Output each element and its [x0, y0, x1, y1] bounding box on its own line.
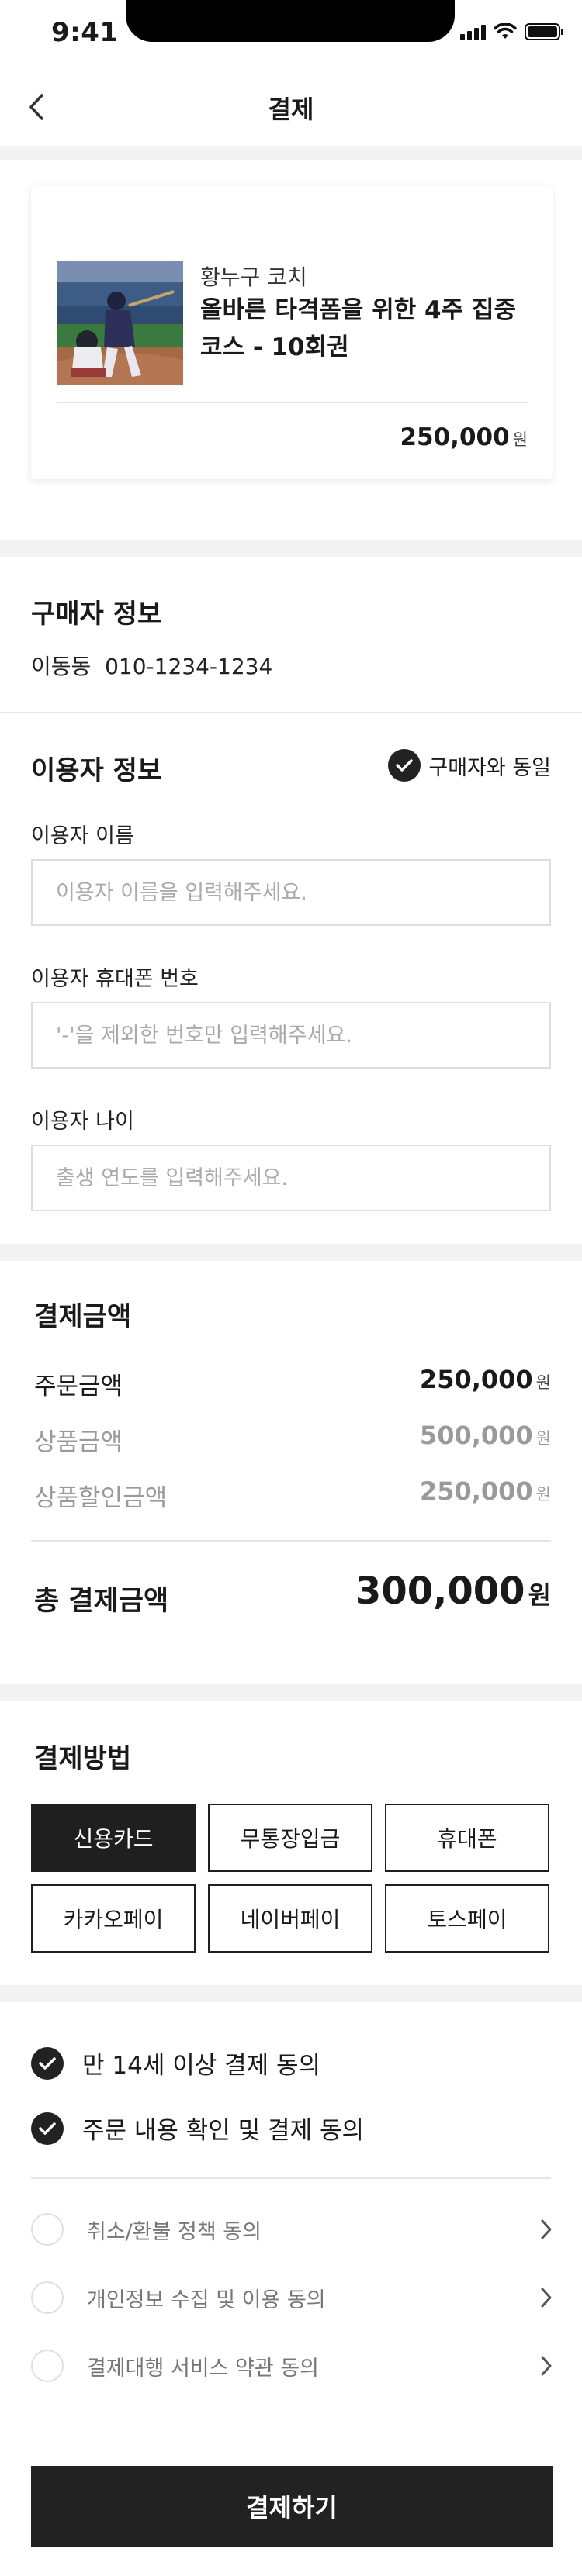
- currency-unit: 원: [535, 1429, 551, 1448]
- buyer-info: 이동동 010-1234-1234: [31, 650, 272, 681]
- currency-unit: 원: [528, 1580, 551, 1610]
- payment-option-tosspay[interactable]: 토스페이: [385, 1884, 549, 1953]
- currency-unit: 원: [535, 1485, 551, 1504]
- section-divider: [0, 712, 582, 713]
- device-notch: [126, 0, 455, 42]
- agree-refund-item[interactable]: 취소/환불 정책 동의: [31, 2213, 553, 2246]
- payment-option-mobile[interactable]: 휴대폰: [385, 1804, 549, 1872]
- user-phone-label: 이용자 휴대폰 번호: [31, 967, 199, 991]
- discount-amount-value: 250,000 원: [420, 1476, 551, 1506]
- same-as-buyer-checkbox[interactable]: 구매자와 동일: [388, 749, 551, 782]
- agree-order-label: 주문 내용 확인 및 결제 동의: [82, 2117, 364, 2145]
- user-info-heading: 이용자 정보: [31, 755, 162, 786]
- chevron-right-icon: [541, 2219, 552, 2239]
- section-divider: [0, 1684, 582, 1701]
- agree-order-checkbox[interactable]: 주문 내용 확인 및 결제 동의: [31, 2111, 364, 2146]
- payment-option-bank-transfer[interactable]: 무통장입금: [208, 1804, 372, 1872]
- check-circle-icon: [31, 2046, 64, 2080]
- buyer-name: 이동동: [31, 654, 92, 679]
- user-phone-input[interactable]: [31, 1002, 551, 1069]
- buyer-info-heading: 구매자 정보: [31, 599, 162, 630]
- cellular-signal-icon: [460, 25, 486, 40]
- empty-circle-icon: [31, 2281, 64, 2314]
- product-thumbnail: [57, 261, 183, 385]
- pay-button[interactable]: 결제하기: [31, 2466, 553, 2547]
- buyer-phone: 010-1234-1234: [105, 654, 273, 679]
- order-amount-label: 주문금액: [34, 1373, 123, 1400]
- payment-option-credit-card[interactable]: 신용카드: [31, 1804, 196, 1872]
- total-amount-label: 총 결제금액: [34, 1586, 169, 1617]
- battery-icon: [525, 23, 563, 40]
- product-amount-value: 500,000 원: [420, 1421, 551, 1450]
- section-divider: [0, 146, 582, 160]
- chevron-right-icon: [541, 2288, 552, 2308]
- wifi-icon: [494, 23, 517, 39]
- section-divider: [0, 1985, 582, 2002]
- page-title: 결제: [268, 95, 314, 124]
- coach-name: 황누구 코치: [200, 264, 307, 290]
- order-amount-value: 250,000 원: [420, 1365, 551, 1394]
- agree-service-item[interactable]: 결제대행 서비스 약관 동의: [31, 2350, 553, 2382]
- empty-circle-icon: [31, 2350, 64, 2382]
- check-circle-icon: [31, 2112, 64, 2145]
- same-as-buyer-label: 구매자와 동일: [428, 755, 551, 780]
- product-amount-number: 500,000: [419, 1421, 533, 1450]
- total-amount-number: 300,000: [355, 1569, 525, 1613]
- user-age-input[interactable]: [31, 1145, 551, 1211]
- chevron-right-icon: [541, 2356, 552, 2376]
- currency-unit: 원: [535, 1373, 551, 1392]
- status-time: 9:41: [51, 17, 119, 48]
- user-age-label: 이용자 나이: [31, 1110, 134, 1134]
- agree-age-checkbox[interactable]: 만 14세 이상 결제 동의: [31, 2046, 320, 2080]
- card-divider: [57, 402, 528, 403]
- product-price: 250,000 원: [400, 423, 528, 451]
- total-amount-value: 300,000 원: [355, 1569, 551, 1613]
- check-circle-icon: [388, 749, 421, 782]
- agree-privacy-label: 개인정보 수집 및 이용 동의: [87, 2288, 326, 2312]
- agree-age-label: 만 14세 이상 결제 동의: [82, 2052, 321, 2080]
- product-price-value: 250,000: [400, 423, 510, 451]
- product-amount-label: 상품금액: [34, 1428, 123, 1456]
- payment-option-kakaopay[interactable]: 카카오페이: [31, 1884, 196, 1953]
- agree-privacy-item[interactable]: 개인정보 수집 및 이용 동의: [31, 2281, 553, 2314]
- payment-option-naverpay[interactable]: 네이버페이: [208, 1884, 372, 1953]
- payment-method-heading: 결제방법: [34, 1743, 132, 1774]
- currency-unit: 원: [512, 430, 528, 449]
- discount-amount-label: 상품할인금액: [34, 1484, 168, 1512]
- section-divider: [0, 1244, 582, 1261]
- agree-refund-label: 취소/환불 정책 동의: [87, 2219, 262, 2244]
- amount-divider: [31, 1540, 551, 1542]
- agreement-divider: [31, 2177, 551, 2179]
- agree-service-label: 결제대행 서비스 약관 동의: [87, 2356, 319, 2381]
- user-name-label: 이용자 이름: [31, 824, 134, 848]
- discount-amount-number: 250,000: [419, 1476, 533, 1506]
- amount-heading: 결제금액: [34, 1301, 132, 1332]
- order-amount-number: 250,000: [419, 1365, 533, 1394]
- empty-circle-icon: [31, 2213, 64, 2246]
- product-title: 올바른 타격폼을 위한 4주 집중코스 - 10회권: [200, 296, 516, 361]
- section-divider: [0, 540, 582, 557]
- user-name-input[interactable]: [31, 859, 551, 926]
- status-icons: [460, 23, 563, 40]
